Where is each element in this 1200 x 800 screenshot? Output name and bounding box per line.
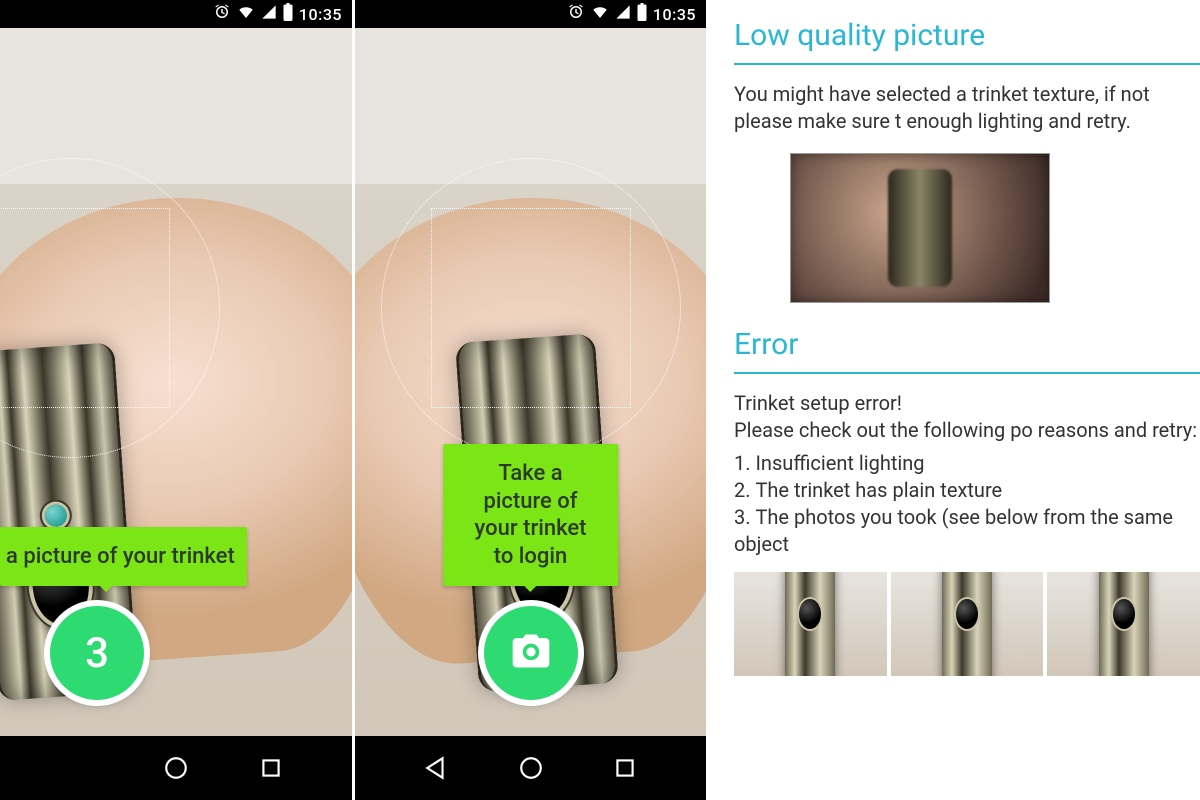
nav-recent-button[interactable] [612, 755, 638, 781]
wifi-icon [237, 3, 255, 25]
help-panel: Low quality picture You might have selec… [708, 0, 1200, 800]
low-quality-body: You might have selected a trinket textur… [734, 81, 1200, 135]
capture-hint-bubble: a picture of your trinket [0, 527, 247, 587]
focus-rect-guide [0, 208, 170, 408]
low-quality-heading: Low quality picture [734, 18, 1200, 53]
divider [734, 63, 1200, 65]
android-nav-bar [355, 736, 706, 800]
capture-shutter-button[interactable] [484, 606, 578, 700]
nav-home-button[interactable] [518, 755, 544, 781]
phone-screen-capture-camera: 10:35 Take a picture of your trinket to … [354, 0, 708, 800]
signal-icon [615, 4, 631, 24]
phone-screen-capture-countdown: 10:35 a picture of your trinket 3 [0, 0, 354, 800]
camera-icon [509, 629, 553, 677]
error-reason-item: The trinket has plain texture [734, 477, 1200, 504]
status-bar: 10:35 [0, 0, 352, 28]
wifi-icon [591, 3, 609, 25]
android-nav-bar [0, 736, 352, 800]
focus-rect-guide [431, 208, 631, 408]
capture-countdown-button[interactable]: 3 [50, 606, 144, 700]
battery-icon [283, 3, 293, 25]
error-thumbnail [734, 572, 887, 676]
status-bar: 10:35 [355, 0, 706, 28]
error-heading: Error [734, 327, 1200, 362]
countdown-number: 3 [85, 629, 109, 678]
alarm-icon [213, 3, 231, 25]
error-intro-2: Please check out the following po reason… [734, 417, 1200, 444]
camera-viewfinder[interactable]: a picture of your trinket 3 [0, 28, 352, 736]
error-reason-item: The photos you took (see below from the … [734, 504, 1200, 558]
error-thumbnail [891, 572, 1044, 676]
camera-viewfinder[interactable]: Take a picture of your trinket to login [355, 28, 706, 736]
capture-hint-bubble: Take a picture of your trinket to login [443, 444, 619, 586]
error-thumbnails-row [734, 572, 1200, 676]
nav-home-button[interactable] [163, 755, 189, 781]
low-quality-thumbnail [790, 153, 1050, 303]
nav-back-button[interactable] [423, 755, 449, 781]
battery-icon [637, 3, 647, 25]
signal-icon [261, 4, 277, 24]
error-intro-1: Trinket setup error! [734, 390, 1200, 417]
error-reason-list: Insufficient lighting The trinket has pl… [734, 450, 1200, 558]
error-thumbnail [1047, 572, 1200, 676]
alarm-icon [567, 3, 585, 25]
status-time: 10:35 [653, 5, 696, 24]
divider [734, 372, 1200, 374]
nav-recent-button[interactable] [258, 755, 284, 781]
turquoise-stone-icon [44, 504, 67, 527]
error-reason-item: Insufficient lighting [734, 450, 1200, 477]
status-time: 10:35 [299, 5, 342, 24]
